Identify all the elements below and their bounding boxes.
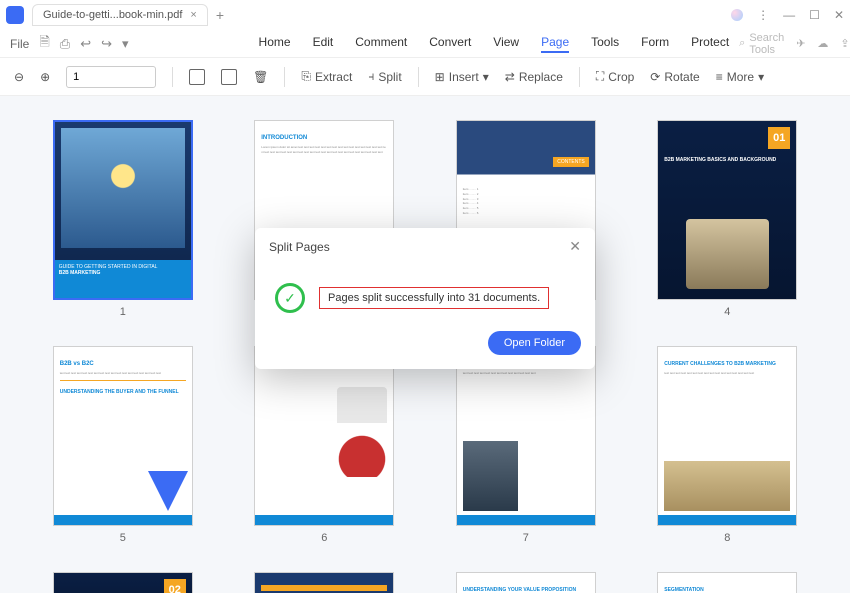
page-number: 4	[724, 306, 730, 318]
page-view-icon[interactable]	[221, 69, 237, 85]
search-tools-label: Search Tools	[749, 32, 784, 56]
menu-page[interactable]: Page	[541, 35, 569, 53]
split-pages-dialog: Split Pages ✕ ✓ Pages split successfully…	[255, 228, 595, 369]
replace-button[interactable]: ⇄ Replace	[505, 70, 563, 84]
page-number-input[interactable]	[66, 66, 156, 88]
page-thumb-10[interactable]	[254, 572, 394, 593]
tab-title: Guide-to-getti...book-min.pdf	[43, 9, 182, 21]
extract-button[interactable]: ⎘ Extract	[301, 69, 352, 84]
account-orb-icon[interactable]	[731, 9, 743, 21]
save-icon[interactable]: 🗎	[39, 33, 49, 55]
page-number: 5	[120, 532, 126, 544]
close-tab-icon[interactable]: ×	[190, 9, 196, 21]
success-check-icon: ✓	[275, 283, 305, 313]
thumb-grid-icon[interactable]	[189, 69, 205, 85]
page-thumb-8[interactable]: CURRENT CHALLENGES TO B2B MARKETING text…	[657, 346, 797, 526]
zoom-in-button[interactable]: ⊕	[40, 70, 50, 84]
dropdown-icon[interactable]: ▾	[122, 36, 129, 52]
share-icon[interactable]: ⇪	[840, 37, 849, 50]
divider	[579, 67, 580, 87]
open-folder-button[interactable]: Open Folder	[488, 331, 581, 355]
undo-icon[interactable]: ↩	[80, 36, 91, 52]
file-menu[interactable]: File	[10, 37, 29, 51]
new-tab-button[interactable]: +	[216, 7, 224, 23]
divider	[284, 67, 285, 87]
menu-convert[interactable]: Convert	[429, 35, 471, 53]
print-icon[interactable]: ⎙	[60, 36, 70, 52]
document-tab[interactable]: Guide-to-getti...book-min.pdf ×	[32, 4, 208, 26]
crop-button[interactable]: ⛶ Crop	[596, 69, 634, 84]
delete-page-icon[interactable]: 🗑	[253, 70, 268, 84]
page-thumb-4[interactable]: 01 B2B MARKETING BASICS AND BACKGROUND	[657, 120, 797, 300]
page-thumb-6[interactable]: text text text text text text text text …	[254, 346, 394, 526]
page-thumb-9[interactable]: 02 PLANNING	[53, 572, 193, 593]
page-number: 7	[523, 532, 529, 544]
page-thumb-1[interactable]: GUIDE TO GETTING STARTED IN DIGITAL B2B …	[53, 120, 193, 300]
menu-comment[interactable]: Comment	[355, 35, 407, 53]
search-icon: ⌕	[739, 37, 745, 50]
zoom-out-button[interactable]: ⊖	[14, 70, 24, 84]
split-button[interactable]: ⫞ Split	[368, 69, 401, 84]
send-icon[interactable]: ✈	[796, 37, 805, 50]
more-button[interactable]: ≡ More ▾	[716, 70, 764, 84]
dialog-message: Pages split successfully into 31 documen…	[319, 287, 549, 309]
divider	[418, 67, 419, 87]
cloud-icon[interactable]: ☁	[817, 37, 828, 50]
insert-button[interactable]: ⊞ Insert ▾	[435, 70, 489, 84]
redo-icon[interactable]: ↪	[101, 36, 112, 52]
minimize-icon[interactable]: —	[783, 8, 795, 22]
main-menu: Home Edit Comment Convert View Page Tool…	[259, 35, 730, 53]
dialog-title: Split Pages	[269, 240, 330, 254]
page-number: 8	[724, 532, 730, 544]
divider	[172, 67, 173, 87]
close-dialog-icon[interactable]: ✕	[569, 238, 581, 255]
search-tools[interactable]: ⌕ Search Tools	[739, 32, 784, 56]
menu-protect[interactable]: Protect	[691, 35, 729, 53]
page-number: 1	[120, 306, 126, 318]
menu-edit[interactable]: Edit	[313, 35, 334, 53]
menu-form[interactable]: Form	[641, 35, 669, 53]
page-thumb-11[interactable]: UNDERSTANDING YOUR VALUE PROPOSITION tex…	[456, 572, 596, 593]
rotate-button[interactable]: ⟳ Rotate	[650, 70, 699, 84]
close-window-icon[interactable]: ✕	[834, 8, 844, 22]
page-number: 6	[321, 532, 327, 544]
page-thumb-5[interactable]: B2B vs B2C text text text text text text…	[53, 346, 193, 526]
kebab-menu-icon[interactable]: ⋮	[757, 8, 769, 22]
maximize-icon[interactable]: ☐	[809, 8, 820, 22]
page-thumb-12[interactable]: SEGMENTATION	[657, 572, 797, 593]
menu-home[interactable]: Home	[259, 35, 291, 53]
menu-view[interactable]: View	[493, 35, 519, 53]
page-thumb-7[interactable]: INTERSECTION OF SALES & MARKETING text t…	[456, 346, 596, 526]
app-icon	[6, 6, 24, 24]
menu-tools[interactable]: Tools	[591, 35, 619, 53]
